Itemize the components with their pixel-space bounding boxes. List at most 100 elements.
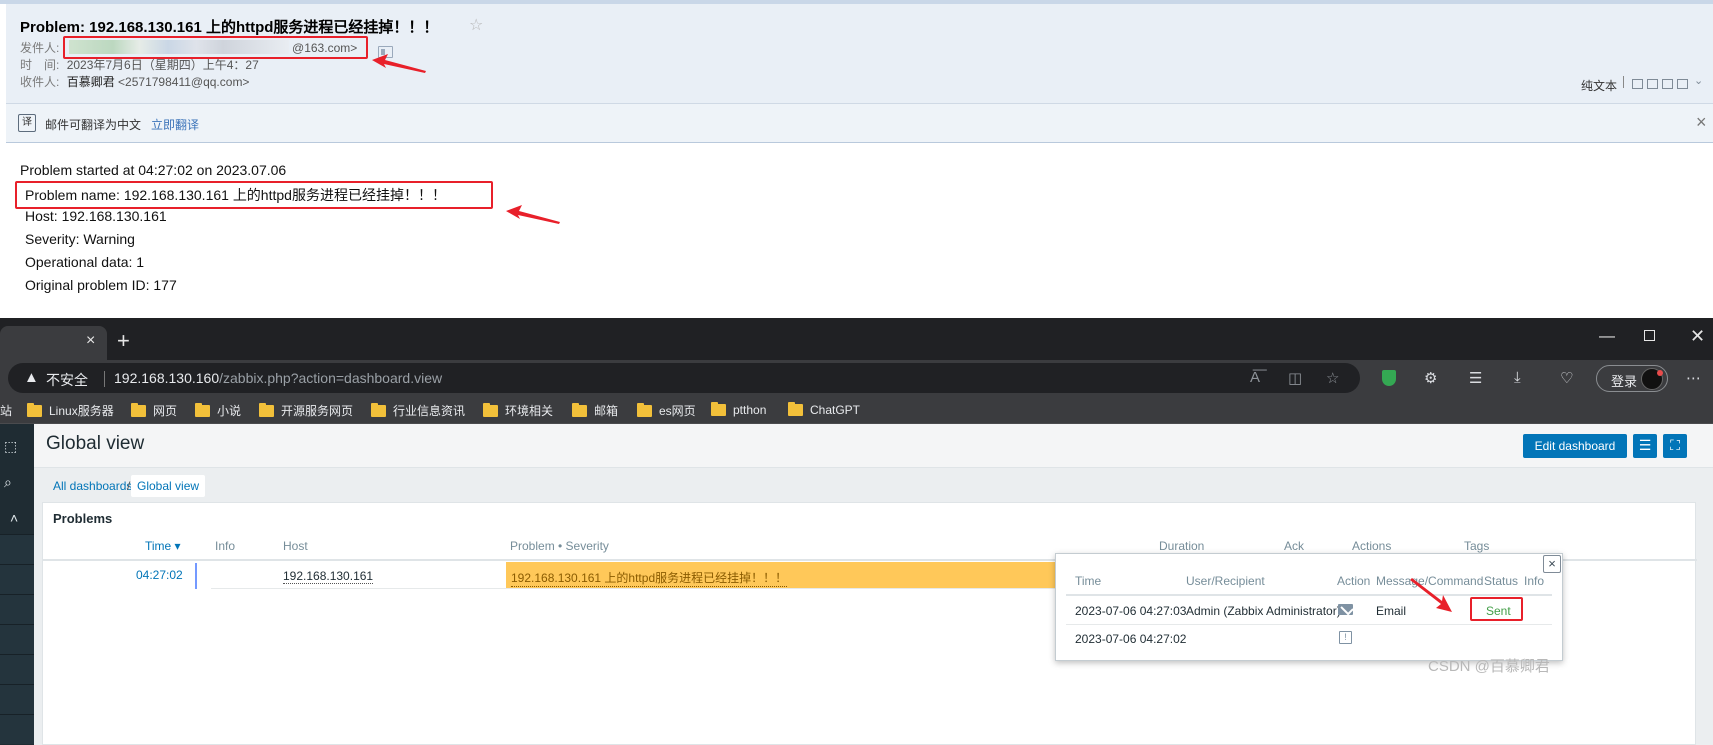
read-aloud-icon[interactable]: A͞: [1250, 369, 1260, 386]
translate-now-link[interactable]: 立即翻译: [151, 116, 199, 133]
time-value: 2023年7月6日（星期四）上午4：27: [66, 58, 259, 72]
sidebar-menu-item[interactable]: [0, 624, 34, 654]
menu-icon[interactable]: ☰: [1633, 434, 1657, 458]
browser-window: × + — ✕ ▲ 不安全 192.168.130.160/zabbix.php…: [0, 318, 1713, 745]
url-text[interactable]: 192.168.130.160/zabbix.php?action=dashbo…: [114, 370, 442, 386]
column-header-actions: Actions: [1352, 539, 1392, 553]
column-header-ack: Ack: [1284, 539, 1305, 553]
sidebar-menu-item[interactable]: [0, 654, 34, 684]
recipient-label: 收件人:: [20, 75, 60, 89]
zabbix-header: Global view Edit dashboard ☰ ⛶: [34, 424, 1713, 468]
body-line: Operational data: 1: [25, 254, 145, 270]
sidebar-menu-item[interactable]: [0, 594, 34, 624]
login-button[interactable]: 登录: [1596, 365, 1668, 392]
breadcrumb-all-dashboards[interactable]: All dashboards: [53, 479, 132, 493]
search-icon[interactable]: ⌕: [4, 474, 12, 491]
bookmark-folder[interactable]: ChatGPT: [788, 402, 860, 417]
problem-created-icon: !: [1339, 631, 1352, 644]
bookmark-folder[interactable]: ptthon: [711, 402, 766, 417]
popup-header-action: Action: [1337, 574, 1371, 588]
recipient-row: 收件人: 百慕卿君 <2571798411@qq.com>: [20, 73, 249, 90]
more-menu-icon[interactable]: ⋯: [1686, 369, 1701, 387]
minimize-icon[interactable]: —: [1599, 328, 1615, 346]
folder-icon: [27, 403, 42, 417]
performance-icon[interactable]: ♡: [1560, 369, 1573, 387]
problem-host-link[interactable]: 192.168.130.161: [283, 569, 374, 584]
bookmark-folder[interactable]: 网页: [131, 402, 177, 419]
column-header-tags: Tags: [1464, 539, 1490, 553]
close-icon[interactable]: ×: [1543, 555, 1561, 573]
fullscreen-icon[interactable]: ⛶: [1663, 434, 1687, 458]
column-header-host[interactable]: Host: [283, 539, 308, 553]
popup-row-time: 2023-07-06 04:27:02: [1075, 632, 1187, 646]
widget-title: Problems: [53, 511, 113, 526]
download-icon[interactable]: ⤓: [1514, 369, 1521, 386]
print-preview-icon[interactable]: [1647, 79, 1658, 89]
bookmark-folder[interactable]: 邮箱: [572, 402, 618, 419]
save-icon[interactable]: [1662, 79, 1673, 89]
time-label: 时 间:: [20, 58, 60, 72]
breadcrumb-separator: /: [127, 479, 131, 493]
address-bar[interactable]: ▲ 不安全 192.168.130.160/zabbix.php?action=…: [8, 363, 1360, 393]
favorite-star-icon[interactable]: ☆: [1326, 369, 1339, 387]
body-line: Original problem ID: 177: [25, 277, 177, 293]
adblock-shield-icon[interactable]: [1382, 370, 1396, 386]
favorites-icon[interactable]: ☰: [1469, 369, 1482, 387]
bookmark-folder[interactable]: 行业信息资讯: [371, 402, 465, 419]
breadcrumb-global-view[interactable]: Global view: [131, 475, 206, 497]
annotation-box-sender: [63, 36, 368, 59]
new-tab-icon[interactable]: +: [117, 328, 130, 354]
folder-icon: [195, 403, 210, 417]
popup-header-time: Time: [1075, 574, 1102, 588]
sidebar-menu-item[interactable]: [0, 534, 34, 564]
maximize-icon[interactable]: [1644, 330, 1655, 341]
recipient-name[interactable]: 百慕卿君: [67, 75, 115, 89]
chevron-down-icon[interactable]: ⌄: [1694, 74, 1703, 87]
timeline-marker: [195, 563, 197, 589]
bookmark-folder[interactable]: 环境相关: [483, 402, 553, 419]
login-label: 登录: [1611, 374, 1638, 389]
window-close-icon[interactable]: ✕: [1690, 326, 1705, 347]
star-icon[interactable]: ☆: [469, 15, 483, 35]
split-screen-icon[interactable]: ◫: [1288, 369, 1302, 387]
plaintext-link[interactable]: 纯文本: [1581, 77, 1617, 94]
warning-icon[interactable]: ▲: [24, 369, 39, 386]
bookmark-folder[interactable]: es网页: [637, 402, 696, 419]
folder-icon: [637, 403, 652, 417]
bookmark-folder[interactable]: 开源服务网页: [259, 402, 353, 419]
translate-bar: 译 邮件可翻译为中文 立即翻译 ×: [6, 104, 1713, 143]
sidebar-menu-item[interactable]: [0, 564, 34, 594]
row-divider: [211, 588, 1161, 589]
address-divider: [104, 371, 105, 387]
problem-time-link[interactable]: 04:27:02: [136, 568, 183, 582]
bookmark-folder[interactable]: Linux服务器: [27, 402, 114, 419]
tab-close-icon[interactable]: ×: [86, 332, 95, 350]
collapse-sidebar-icon[interactable]: ⬚: [4, 438, 17, 455]
bookmark-item[interactable]: 站: [0, 402, 12, 419]
sidebar-menu-item[interactable]: [0, 714, 34, 744]
annotation-box-sent: [1470, 597, 1523, 621]
sender-label: 发件人:: [20, 41, 60, 55]
avatar: [1641, 368, 1663, 390]
bookmark-folder[interactable]: 小说: [195, 402, 241, 419]
close-icon[interactable]: ×: [1696, 112, 1707, 133]
column-header-info: Info: [215, 539, 236, 553]
print-icon[interactable]: [1677, 79, 1688, 89]
browser-tab[interactable]: ×: [0, 326, 107, 360]
popup-header-info: Info: [1524, 574, 1545, 588]
problem-name-link[interactable]: 192.168.130.161 上的httpd服务进程已经挂掉！！！: [511, 569, 788, 587]
body-line: Severity: Warning: [25, 231, 135, 247]
column-header-time[interactable]: Time ▾: [145, 539, 181, 553]
insecure-label[interactable]: 不安全: [46, 370, 88, 390]
edit-dashboard-button[interactable]: Edit dashboard: [1523, 434, 1627, 458]
sidebar-menu-item[interactable]: [0, 684, 34, 714]
new-window-icon[interactable]: [1632, 79, 1643, 89]
folder-icon: [371, 403, 386, 417]
popup-row-time: 2023-07-06 04:27:03: [1075, 604, 1187, 618]
popup-row-recipient: Admin (Zabbix Administrator): [1186, 604, 1341, 618]
chevron-up-icon[interactable]: ˄: [10, 510, 18, 526]
zabbix-sidebar: ⬚ ⌕ ˄: [0, 424, 34, 745]
folder-icon: [788, 402, 803, 416]
extensions-icon[interactable]: ⚙: [1424, 369, 1437, 387]
column-header-problem[interactable]: Problem • Severity: [510, 539, 609, 553]
